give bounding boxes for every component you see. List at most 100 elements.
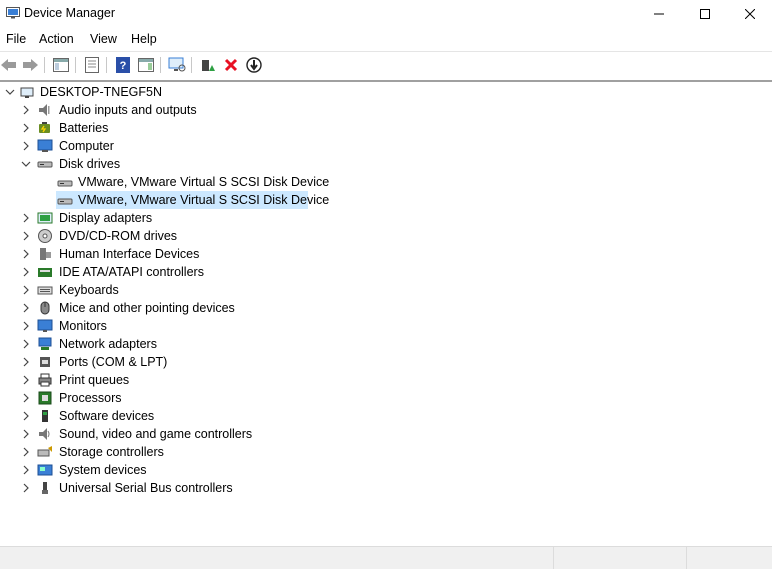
dvd-icon [38, 229, 52, 243]
chevron-right-icon[interactable] [21, 321, 31, 331]
chevron-right-icon[interactable] [21, 429, 31, 439]
update-driver-button[interactable] [199, 56, 217, 74]
maximize-button[interactable] [682, 0, 728, 28]
chevron-down-icon[interactable] [5, 87, 15, 97]
tree-category-print-queues[interactable]: Print queues [0, 371, 772, 389]
back-button[interactable] [0, 56, 18, 74]
tree-category-human-interface-devices[interactable]: Human Interface Devices [0, 245, 772, 263]
console-tree-icon [53, 58, 69, 72]
tree-category-ide-ata-atapi-controllers[interactable]: IDE ATA/ATAPI controllers [0, 263, 772, 281]
menu-help[interactable]: Help [131, 32, 157, 46]
chevron-right-icon[interactable] [21, 483, 31, 493]
chevron-down-icon[interactable] [21, 159, 31, 169]
mouse-icon [40, 301, 50, 315]
menu-action[interactable]: Action [39, 32, 74, 46]
tree-category-mice-and-other-pointing-devices[interactable]: Mice and other pointing devices [0, 299, 772, 317]
category-label: Sound, video and game controllers [59, 427, 253, 441]
tree-category-software-devices[interactable]: Software devices [0, 407, 772, 425]
chevron-right-icon[interactable] [21, 267, 31, 277]
tree-category-disk-drives[interactable]: Disk drives [0, 155, 772, 173]
menu-view[interactable]: View [90, 32, 117, 46]
device-label: VMware, VMware Virtual S SCSI Disk Devic… [78, 193, 330, 207]
port-icon [40, 357, 50, 367]
disable-device-button[interactable] [245, 56, 263, 74]
network-icon [38, 337, 52, 350]
chevron-right-icon[interactable] [21, 375, 31, 385]
action-pane-icon [138, 58, 154, 72]
category-label: IDE ATA/ATAPI controllers [59, 265, 204, 279]
properties-button[interactable] [83, 56, 101, 74]
forward-arrow-icon [23, 59, 38, 71]
tree-category-audio-inputs-and-outputs[interactable]: Audio inputs and outputs [0, 101, 772, 119]
show-hide-console-tree-button[interactable] [52, 56, 70, 74]
help-button[interactable]: ? [114, 56, 132, 74]
category-label: Mice and other pointing devices [59, 301, 235, 315]
update-driver-icon [202, 60, 215, 71]
software-device-icon [42, 410, 48, 422]
category-label: Print queues [59, 373, 130, 387]
chevron-right-icon[interactable] [21, 339, 31, 349]
chevron-right-icon[interactable] [21, 357, 31, 367]
minimize-icon [654, 13, 664, 15]
tree-category-dvd-cd-rom-drives[interactable]: DVD/CD-ROM drives [0, 227, 772, 245]
tree-category-sound-video-and-game-controllers[interactable]: Sound, video and game controllers [0, 425, 772, 443]
toolbar: ? [0, 51, 772, 78]
tree-category-computer[interactable]: Computer [0, 137, 772, 155]
storage-icon [37, 446, 52, 457]
minimize-button[interactable] [636, 0, 682, 28]
category-label: Batteries [59, 121, 109, 135]
chevron-right-icon[interactable] [21, 285, 31, 295]
chevron-right-icon[interactable] [21, 411, 31, 421]
category-label: Disk drives [59, 157, 121, 171]
chevron-right-icon[interactable] [21, 447, 31, 457]
computer-icon [37, 139, 53, 152]
tree-category-keyboards[interactable]: Keyboards [0, 281, 772, 299]
category-label: Keyboards [59, 283, 119, 297]
action-pane-button[interactable] [137, 56, 155, 74]
chevron-right-icon[interactable] [21, 141, 31, 151]
menu-file[interactable]: File [6, 32, 26, 46]
tree-category-processors[interactable]: Processors [0, 389, 772, 407]
scan-hardware-button[interactable] [168, 56, 186, 74]
tree-category-display-adapters[interactable]: Display adapters [0, 209, 772, 227]
help-icon: ? [116, 57, 130, 73]
chevron-right-icon[interactable] [21, 249, 31, 259]
tree-category-storage-controllers[interactable]: Storage controllers [0, 443, 772, 461]
chevron-right-icon[interactable] [21, 231, 31, 241]
keyboard-icon [37, 286, 53, 295]
close-button[interactable] [727, 0, 772, 28]
usb-icon [42, 482, 48, 494]
chevron-right-icon[interactable] [21, 213, 31, 223]
tree-category-network-adapters[interactable]: Network adapters [0, 335, 772, 353]
forward-button[interactable] [21, 56, 39, 74]
chevron-right-icon[interactable] [21, 393, 31, 403]
chevron-right-icon[interactable] [21, 303, 31, 313]
back-arrow-icon [1, 59, 16, 71]
category-label: Ports (COM & LPT) [59, 355, 168, 369]
speaker-icon [39, 104, 50, 116]
category-label: System devices [59, 463, 147, 477]
tree-category-monitors[interactable]: Monitors [0, 317, 772, 335]
tree-category-universal-serial-bus-controllers[interactable]: Universal Serial Bus controllers [0, 479, 772, 497]
scan-hardware-icon [168, 57, 186, 72]
sound-icon [39, 428, 50, 440]
properties-icon [85, 57, 99, 73]
tree-category-batteries[interactable]: Batteries [0, 119, 772, 137]
category-label: Audio inputs and outputs [59, 103, 197, 117]
computer-root-icon [20, 87, 34, 98]
category-label: Monitors [59, 319, 107, 333]
device-manager-icon [6, 7, 20, 19]
chevron-right-icon[interactable] [21, 123, 31, 133]
tree-device-item[interactable]: VMware, VMware Virtual S SCSI Disk Devic… [0, 191, 772, 209]
chevron-right-icon[interactable] [21, 465, 31, 475]
printer-icon [38, 373, 52, 387]
tree-category-system-devices[interactable]: System devices [0, 461, 772, 479]
uninstall-device-button[interactable] [222, 56, 240, 74]
root-node-label: DESKTOP-TNEGF5N [40, 85, 163, 99]
hid-icon [40, 248, 51, 260]
display-adapter-icon [37, 212, 53, 224]
chevron-right-icon[interactable] [21, 105, 31, 115]
tree-category-ports-com-lpt[interactable]: Ports (COM & LPT) [0, 353, 772, 371]
tree-root-node[interactable]: DESKTOP-TNEGF5N [0, 83, 772, 101]
tree-device-item[interactable]: VMware, VMware Virtual S SCSI Disk Devic… [0, 173, 772, 191]
